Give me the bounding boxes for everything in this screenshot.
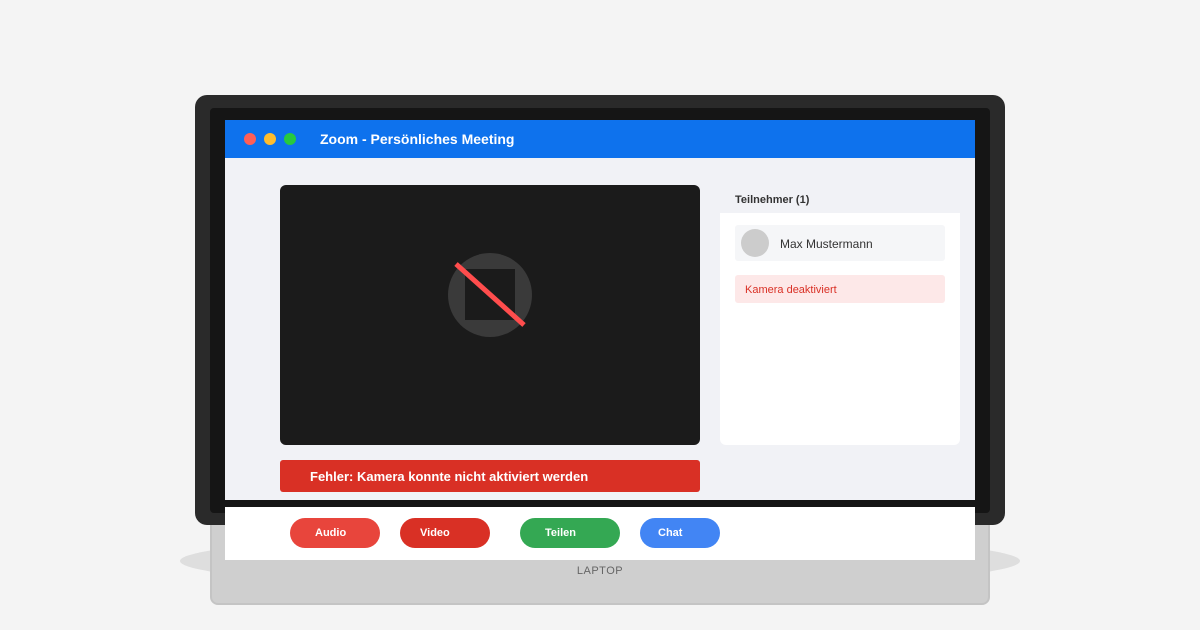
camera-off-icon	[448, 253, 532, 337]
participants-panel: Max Mustermann Kamera deaktiviert	[720, 213, 960, 445]
minimize-window-button[interactable]	[264, 133, 276, 145]
camera-error-banner: Fehler: Kamera konnte nicht aktiviert we…	[280, 460, 700, 492]
camera-status-notice: Kamera deaktiviert	[735, 275, 945, 303]
participant-name: Max Mustermann	[780, 237, 873, 251]
participant-item[interactable]: Max Mustermann	[735, 225, 945, 261]
title-bar: Zoom - Persönliches Meeting	[225, 120, 975, 158]
chat-button[interactable]: Chat	[640, 518, 720, 548]
window-title: Zoom - Persönliches Meeting	[320, 131, 515, 147]
zoom-window: Zoom - Persönliches Meeting Fehler: Kame…	[225, 120, 975, 500]
participants-heading: Teilnehmer (1)	[735, 194, 810, 206]
camera-status-text: Kamera deaktiviert	[745, 284, 837, 296]
close-window-button[interactable]	[244, 133, 256, 145]
camera-error-message: Fehler: Kamera konnte nicht aktiviert we…	[310, 469, 589, 484]
share-button[interactable]: Teilen	[520, 518, 620, 548]
audio-button[interactable]: Audio	[290, 518, 380, 548]
video-area	[280, 185, 700, 445]
meeting-toolbar: Audio Video Teilen Chat	[225, 507, 975, 560]
maximize-window-button[interactable]	[284, 133, 296, 145]
laptop-label: LAPTOP	[576, 565, 624, 577]
toolbar-divider	[225, 500, 975, 504]
avatar-icon	[741, 229, 769, 257]
video-button[interactable]: Video	[400, 518, 490, 548]
